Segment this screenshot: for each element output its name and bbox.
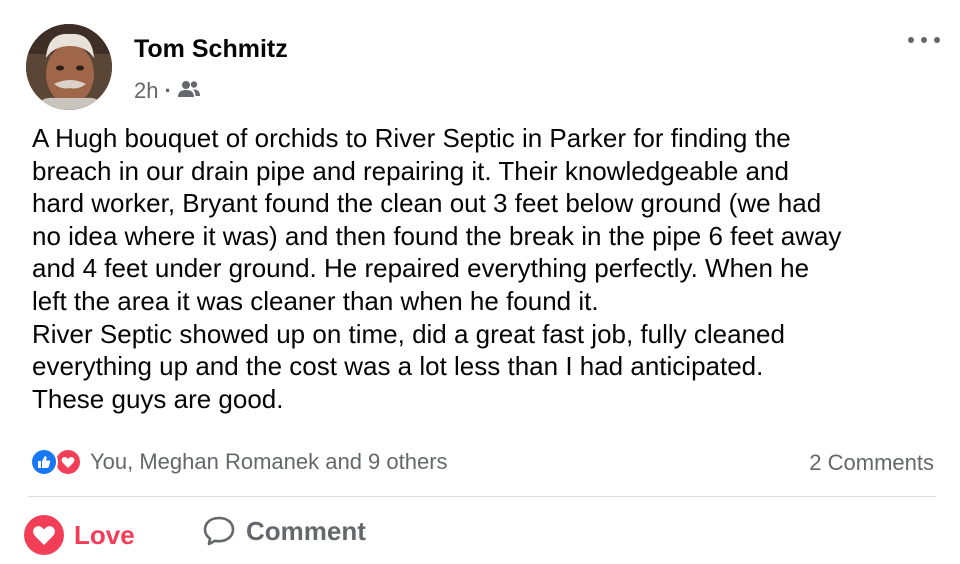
reactions-summary[interactable]: You, Meghan Romanek and 9 others — [30, 448, 448, 476]
more-options-icon[interactable] — [908, 30, 940, 50]
post-text-line: no idea where it was) and then found the… — [32, 220, 842, 251]
post-body: A Hugh bouquet of orchids to River Septi… — [32, 122, 952, 415]
post-meta: 2h · — [134, 78, 200, 104]
avatar-photo — [26, 24, 112, 110]
comments-count[interactable]: 2 Comments — [809, 450, 934, 476]
friends-icon — [177, 78, 200, 104]
reactions-text: You, Meghan Romanek and 9 others — [90, 449, 448, 474]
comment-button[interactable]: Comment — [202, 515, 366, 547]
love-label: Love — [74, 519, 135, 550]
love-icon — [54, 448, 82, 476]
divider — [28, 496, 936, 497]
post-text-line: breach in our drain pipe and repairing i… — [32, 155, 789, 186]
author-name[interactable]: Tom Schmitz — [134, 35, 288, 64]
post-text-line: These guys are good. — [32, 383, 284, 414]
comment-icon — [202, 515, 236, 547]
post-time[interactable]: 2h — [134, 78, 158, 104]
avatar[interactable] — [26, 24, 112, 110]
comment-label: Comment — [246, 515, 366, 546]
post-text-line: River Septic showed up on time, did a gr… — [32, 318, 785, 349]
like-icon — [30, 448, 58, 476]
love-button[interactable]: Love — [24, 515, 135, 555]
love-icon — [24, 515, 64, 555]
post-text-line: A Hugh bouquet of orchids to River Septi… — [32, 123, 791, 153]
post-text-line: everything up and the cost was a lot les… — [32, 351, 764, 382]
post-text-line: hard worker, Bryant found the clean out … — [32, 188, 822, 219]
reaction-icons — [30, 448, 82, 476]
post-card: Tom Schmitz 2h · A Hugh bouquet of orchi… — [0, 0, 960, 564]
meta-separator: · — [164, 78, 172, 103]
post-text-line: and 4 feet under ground. He repaired eve… — [32, 253, 810, 284]
post-text-line: left the area it was cleaner than when h… — [32, 285, 599, 316]
